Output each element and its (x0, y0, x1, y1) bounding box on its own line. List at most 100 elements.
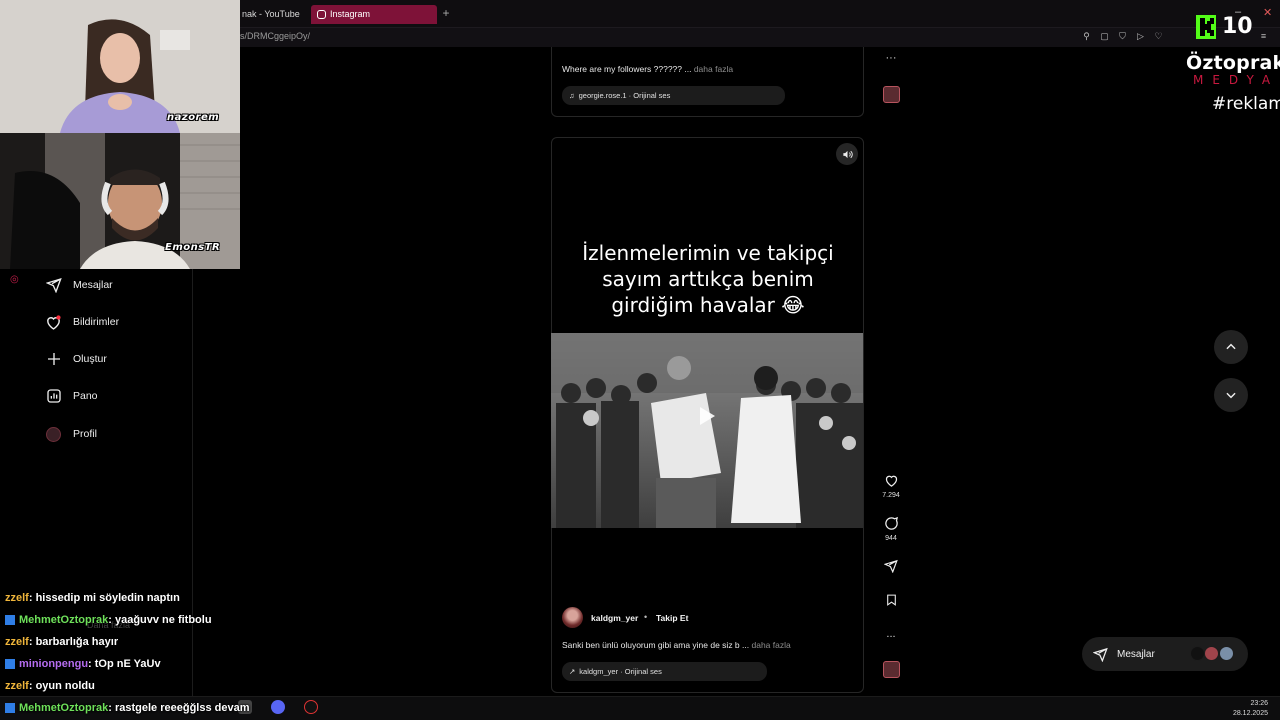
chat-user: zzelf (5, 680, 29, 692)
heart-icon (885, 475, 897, 487)
sidebar-item-label: Profil (73, 428, 97, 440)
chat-text: : hissedip mi söyledin naptın (28, 592, 180, 604)
sidebar-item-profile[interactable]: Profil (45, 423, 97, 445)
more-link[interactable]: daha fazla (694, 64, 733, 74)
share-button[interactable] (883, 558, 899, 574)
pin-icon[interactable]: ⚲ (1081, 31, 1092, 42)
previous-post (551, 47, 864, 117)
sidebar-item-label: Mesajlar (73, 279, 113, 291)
reel-audio[interactable]: ↗ kaldgm_yer · Orijinal ses (562, 662, 767, 681)
chat-text: : yaağuvv ne fitbolu (108, 614, 212, 626)
webcam-top: nazorem (0, 0, 240, 133)
music-icon: ♫ (569, 91, 575, 100)
chat-text: : barbarlığa hayır (28, 636, 119, 648)
brand-subtitle: MEDYA (1193, 73, 1280, 87)
audio-thumbnail[interactable] (883, 661, 900, 678)
messages-pill-label: Mesajlar (1117, 648, 1155, 660)
caption-text: Sanki ben ünlü oluyorum gibi ama yine de… (562, 640, 750, 650)
author-avatar[interactable] (562, 607, 583, 628)
sidebar-item-notifications[interactable]: Bildirimler (45, 311, 119, 333)
profile-avatar (46, 426, 61, 442)
instagram-icon (317, 10, 326, 19)
sidebar-item-messages[interactable]: Mesajlar (45, 274, 113, 296)
send-icon (1093, 647, 1108, 662)
close-icon[interactable]: ✕ (1263, 6, 1272, 19)
sidebar-item-dashboard[interactable]: Pano (45, 385, 98, 407)
clock[interactable]: 23:26 28.12.2025 (1233, 699, 1268, 719)
chat-message: zzelf : hissedip mi söyledin naptın (5, 588, 180, 608)
chat-message: MehmetOztoprak : rastgele reeeğğlss deva… (5, 698, 250, 718)
chevron-down-icon (1226, 392, 1236, 399)
previous-post-caption: Where are my followers ?????? ... daha f… (562, 64, 733, 74)
previous-post-audio[interactable]: ♫ georgie.rose.1 · Orijinal ses (562, 86, 785, 105)
avatar (1219, 646, 1234, 661)
bookmark-icon (886, 594, 896, 606)
clock-time: 23:26 (1250, 700, 1268, 707)
kick-logo-icon (1196, 14, 1216, 39)
avatar (1204, 646, 1219, 661)
clock-date: 28.12.2025 (1232, 710, 1268, 717)
chat-text: : oyun noldu (28, 680, 95, 692)
sidebar-item-create[interactable]: Oluştur (45, 348, 107, 370)
chart-icon (45, 388, 62, 405)
more-link[interactable]: daha fazla (751, 640, 790, 650)
next-reel-button[interactable] (1214, 378, 1248, 412)
previous-reel-button[interactable] (1214, 330, 1248, 364)
new-tab-button[interactable]: + (440, 6, 452, 20)
caption-text: Where are my followers ?????? ... (562, 64, 692, 74)
follow-button[interactable]: Takip Et (656, 613, 688, 623)
tab-youtube[interactable]: nak - YouTube (236, 5, 308, 24)
chat-text: : rastgele reeeğğlss devam (108, 702, 250, 714)
chat-user: zzelf (5, 592, 29, 604)
tab-instagram[interactable]: Instagram (311, 5, 437, 24)
instagram-logo-icon[interactable]: ◎ (10, 274, 22, 286)
badge-icon (5, 703, 15, 713)
comment-button[interactable] (883, 515, 899, 531)
url-text: ls/DRMCggeipOy/ (238, 31, 311, 41)
more-options-icon[interactable]: ... (883, 626, 899, 642)
chat-user: MehmetOztoprak (19, 702, 109, 714)
heart-icon[interactable]: ♡ (1153, 31, 1164, 42)
save-button[interactable] (883, 592, 899, 608)
avatar (1190, 646, 1205, 661)
discord-icon[interactable] (271, 700, 285, 714)
audio-thumbnail[interactable] (883, 86, 900, 103)
chat-message: zzelf : oyun noldu (5, 676, 95, 696)
screenshot-icon[interactable]: ▢ (1099, 31, 1110, 42)
like-count: 7.294 (882, 492, 900, 499)
separator-dot: • (644, 612, 648, 622)
play-icon[interactable] (698, 406, 716, 431)
cam-tag: nazorem (167, 112, 220, 123)
plus-icon (45, 351, 62, 368)
hashtag: #reklam (1212, 94, 1280, 114)
chat-user: zzelf (5, 636, 29, 648)
chat-message: minionpengu : tOp nE YaUv (5, 654, 161, 674)
sidebar-item-label: Oluştur (73, 353, 107, 365)
sidebar-item-label: Pano (73, 390, 98, 402)
cam-tag: EmonsTR (165, 242, 221, 253)
brand-name: Öztoprak (1186, 52, 1280, 74)
chat-user: MehmetOztoprak (19, 614, 109, 626)
chat-user: minionpengu (19, 658, 89, 670)
chat-message: MehmetOztoprak : yaağuvv ne fitbolu (5, 610, 212, 630)
heart-icon (45, 314, 62, 331)
badge-icon (5, 615, 15, 625)
shield-icon[interactable]: ⛉ (1117, 31, 1128, 42)
obs-icon[interactable] (304, 700, 318, 714)
like-button[interactable] (883, 472, 899, 488)
chat-message: zzelf : barbarlığa hayır (5, 632, 118, 652)
tab-instagram-label: Instagram (330, 9, 371, 19)
comment-count: 944 (885, 535, 897, 542)
webcam-bottom: EmonsTR (0, 133, 240, 269)
menu-icon[interactable]: ≡ (1258, 31, 1269, 42)
volume-icon (842, 150, 853, 158)
sidebar-item-label: Bildirimler (73, 316, 120, 328)
more-options-icon[interactable]: ··· (883, 50, 899, 66)
author-username[interactable]: kaldgm_yer (591, 613, 638, 623)
volume-button[interactable] (836, 143, 858, 165)
kick-badge: 10 (1196, 14, 1253, 39)
play-icon[interactable]: ▷ (1135, 31, 1146, 42)
chat-text: : tOp nE YaUv (88, 658, 161, 670)
comment-icon (884, 516, 898, 530)
reel-caption: Sanki ben ünlü oluyorum gibi ama yine de… (562, 640, 791, 650)
